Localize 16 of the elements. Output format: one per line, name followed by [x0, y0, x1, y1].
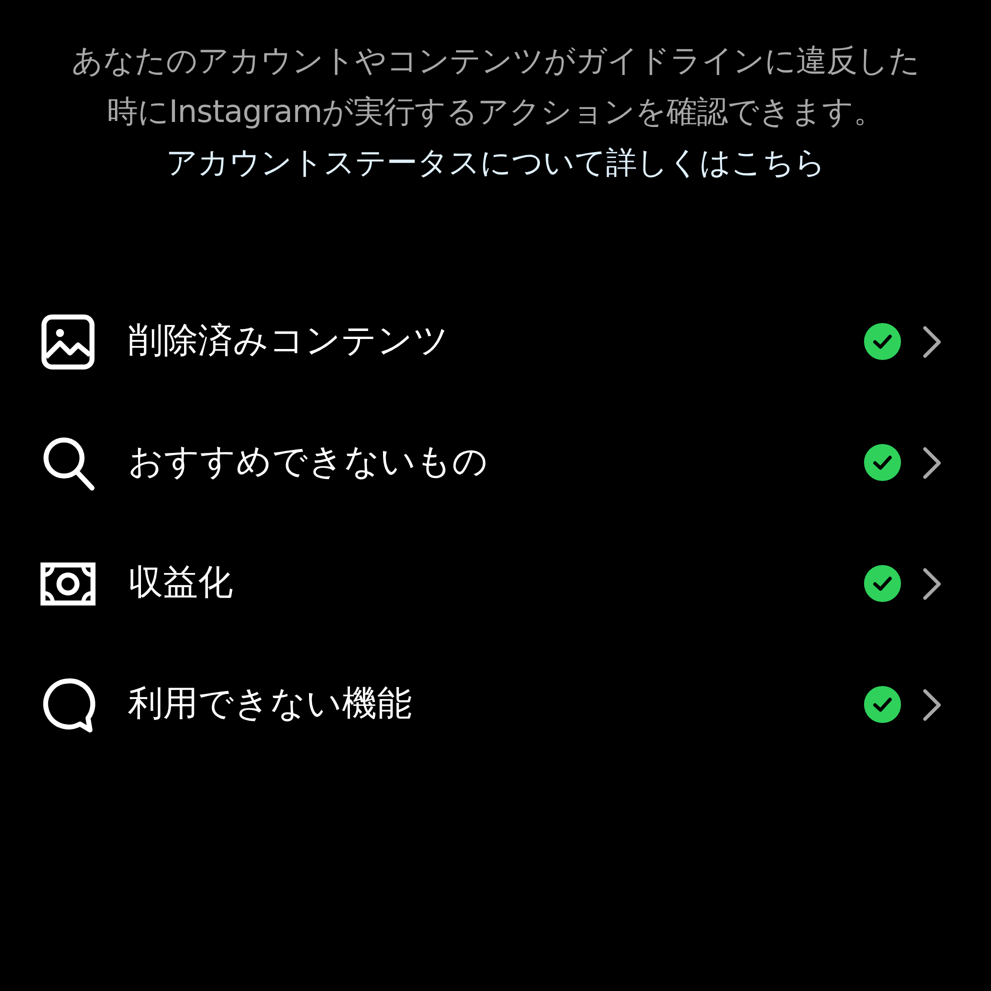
image-icon	[40, 312, 96, 370]
chevron-icon	[921, 566, 943, 600]
status-link[interactable]: アカウントステータスについて詳しくはこちら	[166, 145, 826, 181]
chevron-icon	[921, 688, 943, 722]
chevron-icon	[921, 324, 943, 358]
menu-item[interactable]: おすすめできないもの	[0, 402, 991, 523]
menu-item[interactable]: 利用できない機能	[0, 644, 991, 765]
menu-item[interactable]: 削除済みコンテンツ	[0, 281, 991, 402]
menu-item-label: 利用できない機能	[128, 683, 413, 726]
menu-item-label: 収益化	[128, 562, 234, 606]
chat-bubble-icon	[40, 676, 96, 734]
menu-item-label: おすすめできないもの	[128, 441, 489, 484]
menu-item[interactable]: 収益化	[0, 523, 991, 644]
chevron-icon	[921, 446, 943, 480]
menu-item-label: 削除済みコンテンツ	[128, 320, 450, 364]
description-text: あなたのアカウントやコンテンツがガイドラインに違反した時にInstagramが実行するアクションを確認できます。 アカウントステータスについて詳しくはこちら	[70, 42, 920, 183]
